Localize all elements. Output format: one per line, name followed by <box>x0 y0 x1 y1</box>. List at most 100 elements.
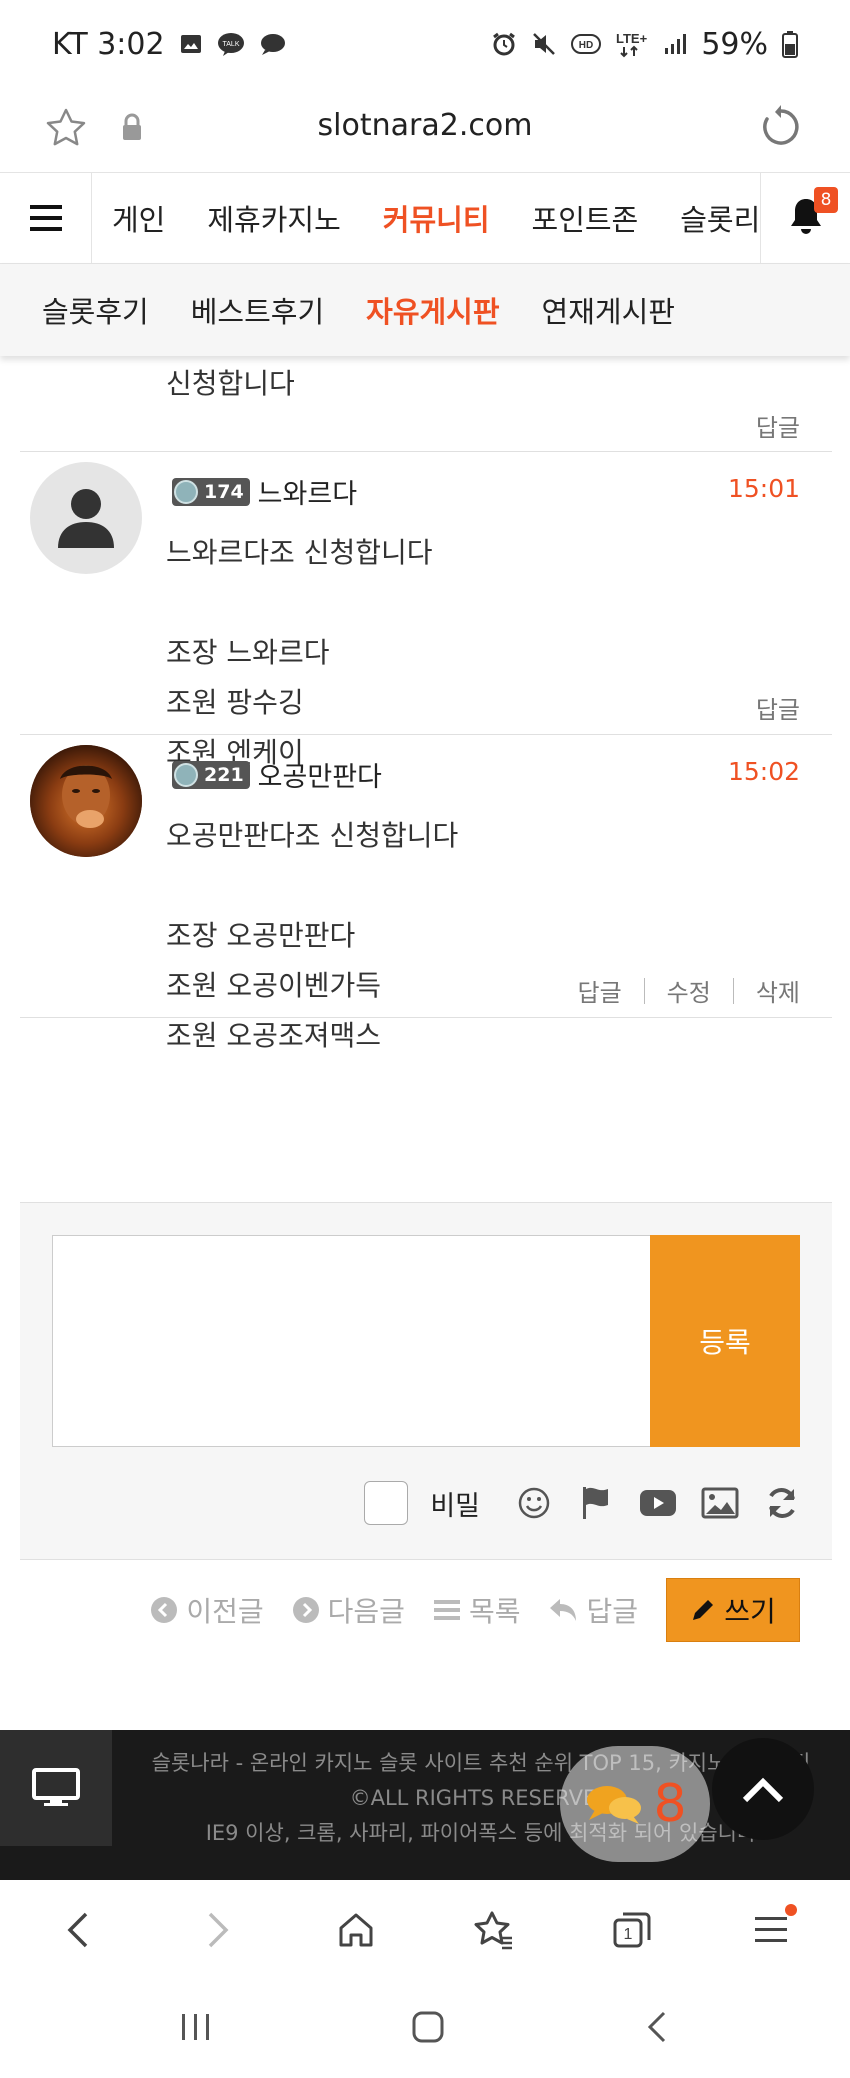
comment-time: 15:02 <box>727 757 800 786</box>
browser-toolbar: 1 <box>0 1880 850 1980</box>
comment-line: 느와르다조 신청합니다 <box>166 536 433 569</box>
list-button[interactable]: 목록 <box>433 1590 521 1630</box>
image-icon[interactable] <box>700 1483 740 1523</box>
hamburger-menu-icon[interactable] <box>0 173 92 263</box>
comment-item: 신청합니다 답글 <box>20 356 832 452</box>
comment-actions: 답글 <box>756 690 800 725</box>
carrier-time: KT 3:02 <box>52 26 165 62</box>
forward-icon[interactable] <box>187 1900 247 1960</box>
youtube-icon[interactable] <box>638 1483 678 1523</box>
main-nav-item-point-zone[interactable]: 포인트존 <box>532 197 639 239</box>
chevron-up-icon <box>742 1777 784 1803</box>
reply-link[interactable]: 답글 <box>756 408 800 443</box>
action-divider <box>732 977 734 1004</box>
chevron-left-circle-icon <box>151 1597 178 1623</box>
home-button-icon[interactable] <box>410 2009 446 2049</box>
bookmarks-icon[interactable] <box>464 1900 524 1960</box>
home-icon[interactable] <box>326 1900 386 1960</box>
delete-link[interactable]: 삭제 <box>756 973 800 1008</box>
comment-blank-line <box>166 578 433 628</box>
level-gem-icon <box>174 762 198 787</box>
main-nav-item-partner-casino[interactable]: 제휴카지노 <box>207 197 340 239</box>
comment-line: 오공만판다조 신청합니다 <box>166 819 459 852</box>
kakaotalk-icon: TALK <box>217 32 245 56</box>
chat-button[interactable]: 8 <box>560 1746 710 1862</box>
gallery-icon <box>179 32 203 56</box>
main-nav-item-slot[interactable]: 슬롯리 <box>680 197 760 239</box>
chevron-right-circle-icon <box>292 1597 319 1623</box>
edit-link[interactable]: 수정 <box>667 973 711 1008</box>
comment-line: 조원 오공이벤가득 <box>166 969 381 1002</box>
chat-bubbles-icon <box>587 1786 642 1824</box>
signal-icon <box>663 32 687 56</box>
comment-line: 조장 오공만판다 <box>166 919 356 952</box>
notification-button[interactable]: 8 <box>760 173 850 263</box>
tabs-icon[interactable]: 1 <box>602 1900 662 1960</box>
prev-post-label: 이전글 <box>186 1595 264 1628</box>
submit-button[interactable]: 등록 <box>650 1235 800 1447</box>
reply-post-label: 답글 <box>586 1595 638 1628</box>
secret-checkbox[interactable] <box>364 1481 409 1525</box>
svg-text:1: 1 <box>624 1926 633 1943</box>
alarm-icon <box>491 31 517 57</box>
comment-author[interactable]: 오공만판다 <box>258 755 382 794</box>
sub-nav-item-slot-review[interactable]: 슬롯후기 <box>42 289 149 331</box>
scroll-top-button[interactable] <box>712 1738 814 1840</box>
chat-icon <box>259 32 287 56</box>
emoticon-icon[interactable] <box>514 1483 554 1523</box>
write-post-button[interactable]: 쓰기 <box>666 1578 800 1642</box>
reply-link[interactable]: 답글 <box>577 973 621 1008</box>
sub-nav: 슬롯후기 베스트후기 자유게시판 연재게시판 <box>0 264 850 356</box>
reply-post-button[interactable]: 답글 <box>548 1590 638 1630</box>
sub-nav-item-serial-board[interactable]: 연재게시판 <box>542 289 675 331</box>
status-bar: KT 3:02 TALK HD LTE+ 59% <box>0 0 850 88</box>
recent-apps-icon[interactable] <box>178 2011 214 2047</box>
level-badge: 221 <box>172 760 250 789</box>
level-number: 174 <box>204 480 244 503</box>
comment-textarea[interactable] <box>52 1235 652 1447</box>
comment-list: 신청합니다 답글 174 느와르다 15:01 느와르다조 신청합니다 조장 느… <box>20 356 832 1052</box>
notification-count-badge: 8 <box>814 187 838 213</box>
comment-blank-line <box>166 861 458 911</box>
refresh-icon[interactable] <box>762 1483 802 1523</box>
menu-notification-dot <box>784 1904 797 1916</box>
flag-icon[interactable] <box>576 1483 616 1523</box>
reply-link[interactable]: 답글 <box>756 690 800 725</box>
desktop-monitor-icon <box>32 1768 80 1806</box>
main-nav-item-community[interactable]: 커뮤니티 <box>383 197 490 239</box>
comment-author[interactable]: 느와르다 <box>258 472 357 511</box>
comment-text: 신청합니다 <box>166 367 295 400</box>
battery-icon <box>782 30 798 58</box>
battery-level: 59% <box>701 26 768 62</box>
list-icon <box>433 1600 460 1620</box>
site-footer: 슬롯나라 - 온라인 카지노 슬롯 사이트 추천 순위 TOP 15, 카지노 … <box>0 1730 850 1880</box>
reload-icon[interactable] <box>756 102 806 156</box>
next-post-label: 다음글 <box>327 1595 405 1628</box>
pc-version-button[interactable] <box>0 1730 112 1846</box>
main-nav-item-game[interactable]: 게인 <box>112 197 165 239</box>
browser-menu-icon[interactable] <box>741 1900 801 1960</box>
level-badge: 174 <box>172 477 250 506</box>
main-nav: 게인 제휴카지노 커뮤니티 포인트존 슬롯리 8 <box>0 172 850 264</box>
svg-text:TALK: TALK <box>222 41 239 48</box>
list-label: 목록 <box>468 1595 521 1628</box>
svg-text:LTE+: LTE+ <box>616 31 648 46</box>
comment-time: 15:01 <box>727 474 800 503</box>
url-text[interactable]: slotnara2.com <box>0 108 850 143</box>
system-navigation-bar <box>0 1980 850 2078</box>
back-icon[interactable] <box>49 1900 109 1960</box>
system-back-icon[interactable] <box>642 2009 672 2049</box>
secret-label: 비밀 <box>430 1490 480 1522</box>
sub-nav-item-free-board[interactable]: 자유게시판 <box>366 289 499 331</box>
svg-text:HD: HD <box>579 40 593 51</box>
write-post-label: 쓰기 <box>724 1595 776 1628</box>
next-post-button[interactable]: 다음글 <box>292 1590 405 1630</box>
comment-tools: 비밀 <box>364 1481 802 1525</box>
comment-item: 221 오공만판다 15:02 오공만판다조 신청합니다 조장 오공만판다 조원… <box>20 735 832 1052</box>
prev-post-button[interactable]: 이전글 <box>150 1590 264 1630</box>
chat-count: 8 <box>653 1774 687 1834</box>
comment-write-form: 등록 비밀 <box>20 1202 832 1560</box>
comment-header: 221 오공만판다 <box>172 755 382 794</box>
sub-nav-item-best-review[interactable]: 베스트후기 <box>191 289 324 331</box>
pencil-icon <box>693 1600 714 1620</box>
